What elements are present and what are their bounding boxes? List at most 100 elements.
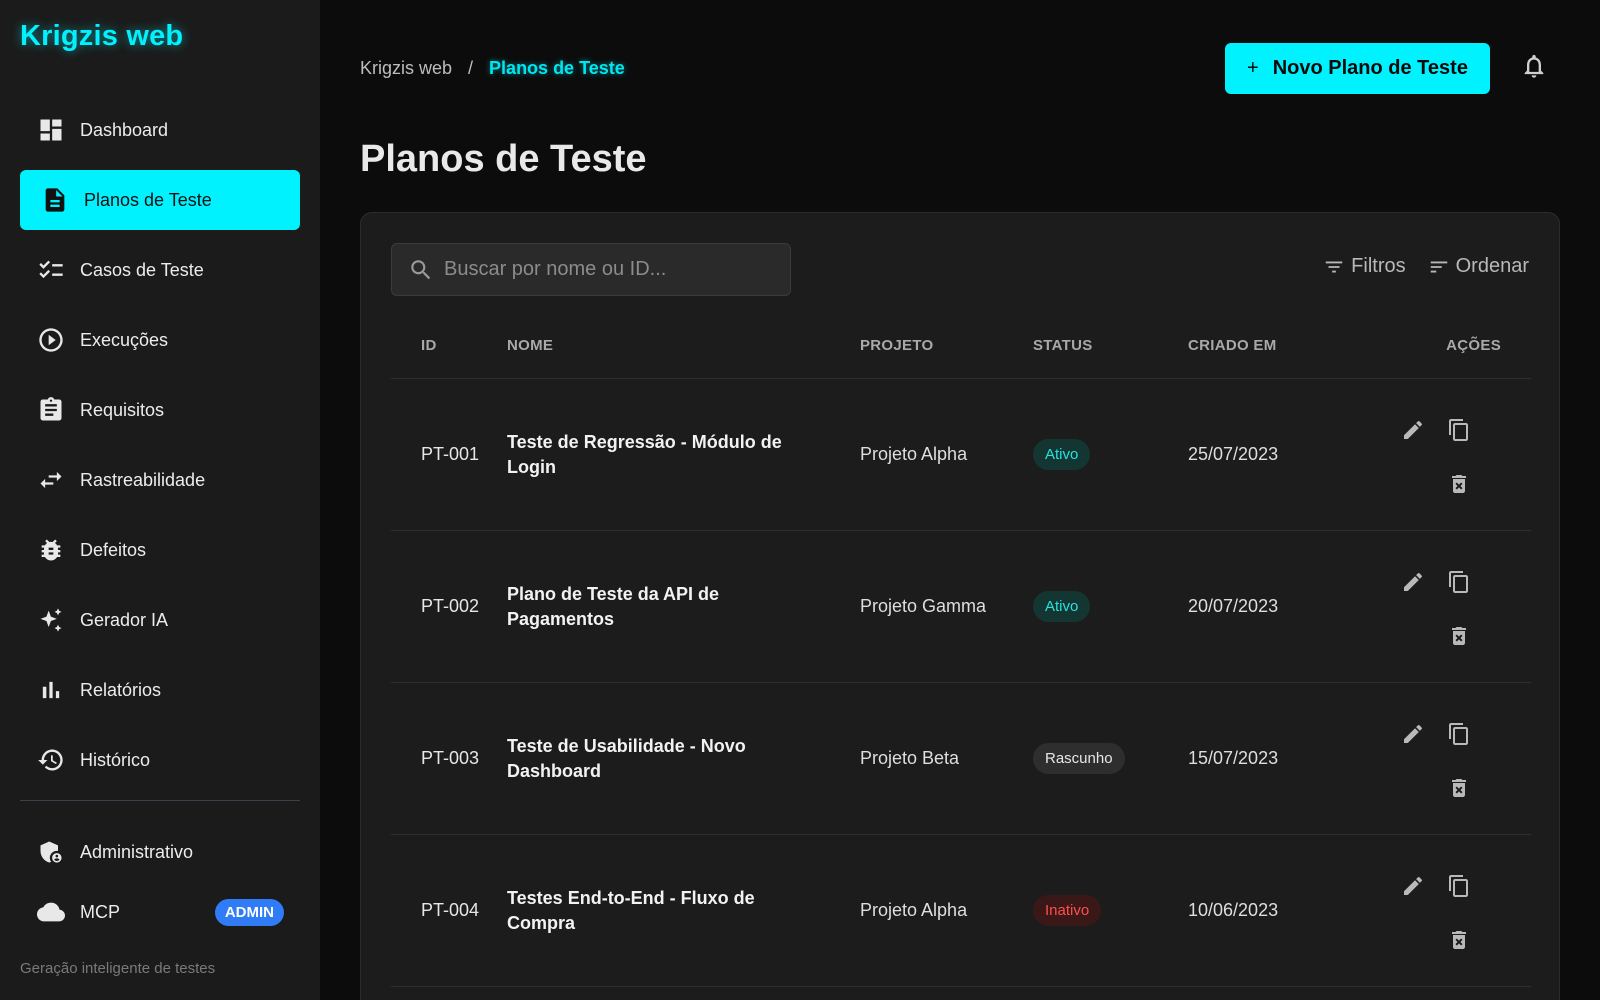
row-name[interactable]: Teste de Regressão - Módulo de Login	[507, 430, 860, 480]
row-created-date: 25/07/2023	[1188, 444, 1279, 464]
row-name[interactable]: Plano de Teste da API de Pagamentos	[507, 582, 860, 632]
sidebar-item-historico[interactable]: Histórico	[20, 730, 300, 790]
sidebar-bottom-nav: Administrativo MCP ADMIN	[20, 822, 300, 942]
row-actions	[1388, 400, 1501, 510]
sidebar-item-label: Rastreabilidade	[80, 469, 206, 490]
row-name[interactable]: Testes End-to-End - Fluxo de Compra	[507, 886, 860, 936]
clipboard-icon	[36, 395, 66, 425]
sidebar-item-label: Planos de Teste	[84, 189, 212, 210]
row-created-date: 10/06/2023	[1188, 900, 1279, 920]
sidebar-item-label: Dashboard	[80, 119, 169, 140]
sidebar-item-defeitos[interactable]: Defeitos	[20, 520, 300, 580]
breadcrumb-current: Planos de Teste	[489, 58, 625, 78]
table-header: ID NOME PROJETO STATUS CRIADO EM AÇÕES	[391, 313, 1531, 379]
table-row[interactable]: PT-004 Testes End-to-End - Fluxo de Comp…	[391, 835, 1531, 987]
sidebar-item-label: Relatórios	[80, 679, 162, 700]
row-created-date: 15/07/2023	[1188, 748, 1279, 768]
delete-icon[interactable]	[1445, 928, 1471, 954]
row-created-date: 20/07/2023	[1188, 596, 1279, 616]
edit-icon[interactable]	[1399, 418, 1425, 444]
sidebar-item-execucoes[interactable]: Execuções	[20, 310, 300, 370]
play-circle-icon	[36, 325, 66, 355]
copy-icon[interactable]	[1445, 418, 1471, 444]
sort-icon	[1430, 261, 1447, 272]
checklist-icon	[36, 255, 66, 285]
row-project: Projeto Alpha	[860, 900, 968, 920]
sort-label: Ordenar	[1455, 255, 1529, 277]
sidebar-item-administrativo[interactable]: Administrativo	[20, 822, 300, 882]
admin-badge: ADMIN	[214, 898, 284, 926]
row-actions	[1388, 704, 1501, 814]
column-header-projeto[interactable]: PROJETO	[860, 337, 1033, 354]
delete-icon[interactable]	[1445, 776, 1471, 802]
dashboard-icon	[36, 115, 66, 145]
sidebar-item-requisitos[interactable]: Requisitos	[20, 380, 300, 440]
copy-icon[interactable]	[1445, 570, 1471, 596]
row-id: PT-002	[421, 596, 480, 616]
edit-icon[interactable]	[1399, 722, 1425, 748]
sidebar-item-label: Histórico	[80, 749, 151, 770]
search-input[interactable]	[444, 258, 764, 281]
status-badge: Rascunho	[1033, 743, 1125, 774]
sidebar-tagline: Geração inteligente de testes	[20, 960, 216, 977]
sidebar: Krigzis web Dashboard Planos de Teste Ca…	[0, 0, 320, 1000]
cloud-icon	[36, 897, 66, 927]
delete-icon[interactable]	[1445, 472, 1471, 498]
sidebar-nav: Dashboard Planos de Teste Casos de Teste…	[20, 100, 300, 800]
history-icon	[36, 745, 66, 775]
delete-icon[interactable]	[1445, 624, 1471, 650]
column-header-criado-em[interactable]: CRIADO EM	[1188, 337, 1388, 354]
sidebar-divider	[20, 800, 300, 801]
row-name[interactable]: Teste de Usabilidade - Novo Dashboard	[507, 734, 860, 784]
breadcrumb-separator: /	[468, 58, 474, 78]
new-test-plan-button[interactable]: + Novo Plano de Teste	[1225, 43, 1490, 94]
row-id: PT-004	[421, 900, 480, 920]
column-header-acoes: AÇÕES	[1446, 337, 1501, 354]
test-plans-card: Filtros Ordenar ID NOME PROJETO STATUS C…	[360, 212, 1560, 1000]
admin-shield-icon	[36, 837, 66, 867]
sidebar-item-gerador-ia[interactable]: Gerador IA	[20, 590, 300, 650]
sidebar-item-mcp[interactable]: MCP ADMIN	[20, 882, 300, 942]
sparkles-icon	[36, 605, 66, 635]
sidebar-item-label: Execuções	[80, 329, 169, 350]
search-box[interactable]	[391, 243, 791, 296]
sidebar-item-planos-de-teste[interactable]: Planos de Teste	[20, 170, 300, 230]
sidebar-item-label: Administrativo	[80, 841, 194, 862]
brand-logo[interactable]: Krigzis web	[20, 20, 183, 53]
status-badge: Ativo	[1033, 591, 1091, 622]
row-id: PT-001	[421, 444, 480, 464]
notification-bell-icon[interactable]	[1520, 52, 1548, 80]
filters-button[interactable]: Filtros	[1323, 255, 1406, 278]
test-plans-table: ID NOME PROJETO STATUS CRIADO EM AÇÕES P…	[391, 313, 1531, 987]
new-test-plan-button-label: Novo Plano de Teste	[1272, 57, 1468, 79]
bar-chart-icon	[36, 675, 66, 705]
sort-button[interactable]: Ordenar	[1428, 255, 1529, 278]
sidebar-item-relatorios[interactable]: Relatórios	[20, 660, 300, 720]
table-row[interactable]: PT-003 Teste de Usabilidade - Novo Dashb…	[391, 683, 1531, 835]
row-project: Projeto Alpha	[860, 444, 968, 464]
sidebar-item-rastreabilidade[interactable]: Rastreabilidade	[20, 450, 300, 510]
breadcrumb: Krigzis web / Planos de Teste	[360, 58, 625, 79]
copy-icon[interactable]	[1445, 874, 1471, 900]
column-header-id[interactable]: ID	[391, 337, 507, 354]
column-header-nome[interactable]: NOME	[507, 337, 860, 354]
plus-icon: +	[1247, 57, 1259, 79]
sidebar-item-label: Casos de Teste	[80, 259, 204, 280]
table-row[interactable]: PT-001 Teste de Regressão - Módulo de Lo…	[391, 379, 1531, 531]
filters-label: Filtros	[1351, 255, 1406, 277]
copy-icon[interactable]	[1445, 722, 1471, 748]
status-badge: Inativo	[1033, 895, 1102, 926]
edit-icon[interactable]	[1399, 570, 1425, 596]
status-badge: Ativo	[1033, 439, 1091, 470]
sidebar-item-dashboard[interactable]: Dashboard	[20, 100, 300, 160]
bug-icon	[36, 535, 66, 565]
filter-icon	[1325, 261, 1343, 272]
row-project: Projeto Beta	[860, 748, 960, 768]
edit-icon[interactable]	[1399, 874, 1425, 900]
sidebar-item-casos-de-teste[interactable]: Casos de Teste	[20, 240, 300, 300]
column-header-status[interactable]: STATUS	[1033, 337, 1188, 354]
swap-arrows-icon	[36, 465, 66, 495]
breadcrumb-root-link[interactable]: Krigzis web	[360, 58, 452, 79]
table-row[interactable]: PT-002 Plano de Teste da API de Pagament…	[391, 531, 1531, 683]
app-root: Krigzis web Dashboard Planos de Teste Ca…	[0, 0, 1600, 1000]
